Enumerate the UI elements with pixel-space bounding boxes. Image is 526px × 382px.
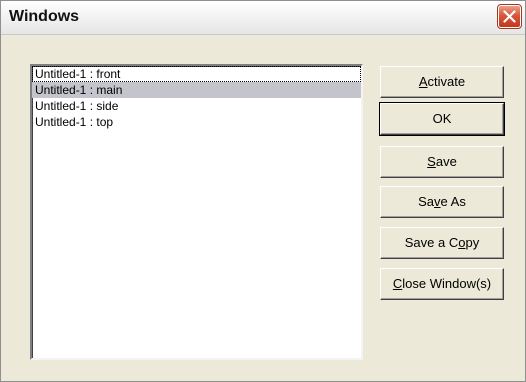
- close-button[interactable]: [497, 4, 522, 29]
- list-item-label: Untitled-1 : main: [35, 83, 123, 97]
- list-item[interactable]: Untitled-1 : front: [32, 66, 361, 82]
- close-windows-button[interactable]: Close Window(s): [380, 268, 504, 300]
- dialog-body: Untitled-1 : front Untitled-1 : main Unt…: [1, 35, 525, 381]
- save-button[interactable]: Save: [380, 146, 504, 178]
- save-as-button[interactable]: Save As: [380, 186, 504, 218]
- list-item[interactable]: Untitled-1 : side: [32, 98, 361, 114]
- list-item[interactable]: Untitled-1 : main: [32, 82, 361, 98]
- save-a-copy-button[interactable]: Save a Copy: [380, 227, 504, 259]
- list-item-label: Untitled-1 : front: [35, 67, 121, 81]
- ok-button[interactable]: OK: [379, 102, 505, 136]
- dialog-title: Windows: [9, 8, 80, 25]
- list-item-label: Untitled-1 : side: [35, 99, 119, 113]
- title-bar[interactable]: Windows: [1, 1, 525, 35]
- list-item-label: Untitled-1 : top: [35, 115, 114, 129]
- activate-button[interactable]: Activate: [380, 66, 504, 98]
- close-icon: [503, 10, 516, 23]
- windows-listbox[interactable]: Untitled-1 : front Untitled-1 : main Unt…: [30, 64, 363, 360]
- windows-dialog: Windows Untitled-1 : front Untitled-1 : …: [0, 0, 526, 382]
- list-item[interactable]: Untitled-1 : top: [32, 114, 361, 130]
